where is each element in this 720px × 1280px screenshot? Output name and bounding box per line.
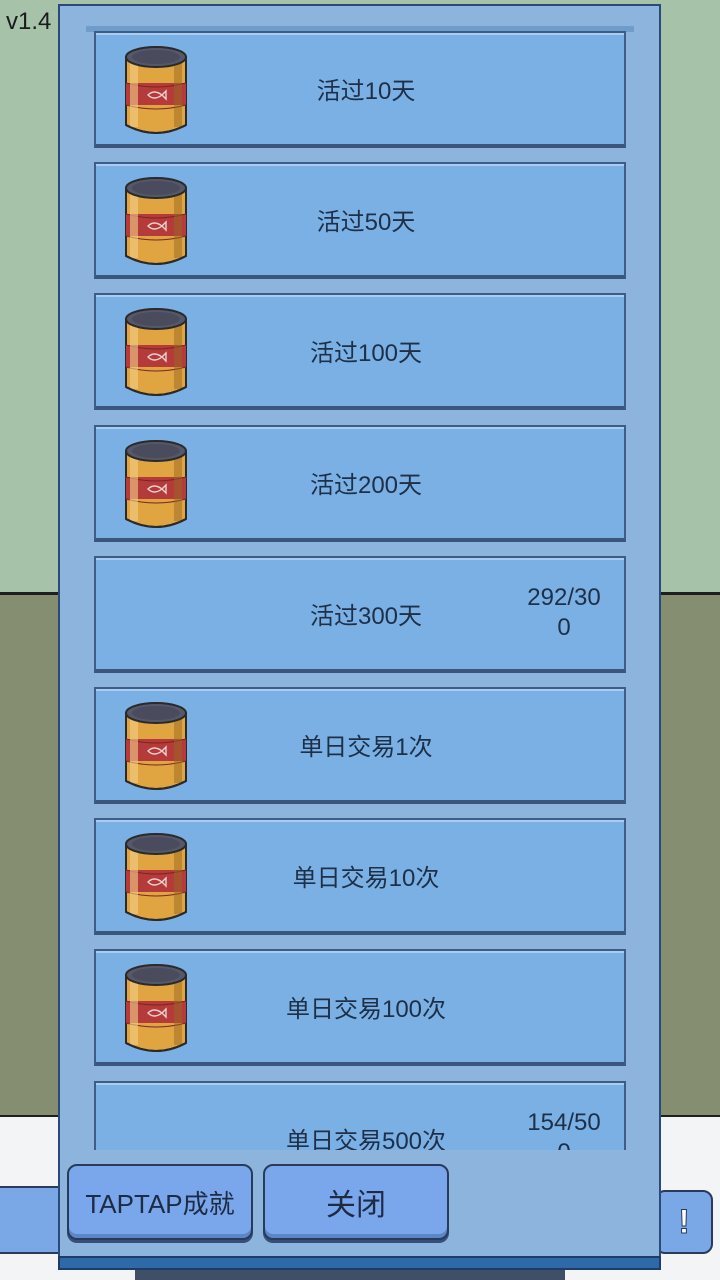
exclamation-icon: ! <box>678 1202 690 1241</box>
fish-can-icon <box>125 308 187 397</box>
achievement-title: 单日交易10次 <box>292 865 440 893</box>
achievement-item[interactable]: 活过300天 292/300 <box>94 555 626 673</box>
fish-can-icon <box>125 702 187 790</box>
achievement-title: 活过200天 <box>309 471 423 499</box>
taptap-achievements-button[interactable]: TAPTAP成就 <box>67 1164 253 1240</box>
achievement-list[interactable]: 活过10天活过50天活过100天 活过200天 活过300天 292/300 单日交易1… <box>86 26 634 1150</box>
achievement-progress: 154/500 <box>527 1109 601 1150</box>
achievement-title: 单日交易1次 <box>299 734 433 761</box>
achievement-title: 活过50天 <box>316 209 416 237</box>
achievement-progress: 292/300 <box>527 584 601 642</box>
achievement-item[interactable]: 活过100天 <box>94 293 626 411</box>
version-label: v1.4 <box>6 8 52 35</box>
fish-can-icon <box>125 439 187 528</box>
achievement-title: 单日交易500次 <box>285 1127 447 1150</box>
achievement-title: 活过10天 <box>316 78 416 105</box>
achievement-item[interactable]: 单日交易1次 <box>94 687 626 804</box>
background-alert-button: ! <box>655 1190 713 1254</box>
achievement-title: 单日交易100次 <box>285 996 447 1024</box>
achievement-title: 活过100天 <box>309 340 423 368</box>
achievement-item[interactable]: 活过200天 <box>94 424 626 542</box>
fish-can-icon <box>125 833 187 922</box>
fish-can-icon <box>125 177 187 266</box>
panel-bottom-strip <box>58 1256 661 1270</box>
achievement-item[interactable]: 活过50天 <box>94 162 626 280</box>
achievement-title: 活过300天 <box>309 602 423 630</box>
achievement-item[interactable]: 活过10天 <box>94 31 626 148</box>
achievement-item[interactable]: 单日交易100次 <box>94 949 626 1067</box>
fish-can-icon <box>125 46 187 134</box>
achievement-item[interactable]: 单日交易10次 <box>94 818 626 936</box>
achievement-item[interactable]: 单日交易500次 154/500 <box>94 1080 626 1150</box>
fish-can-icon <box>125 964 187 1053</box>
close-button[interactable]: 关闭 <box>263 1164 449 1240</box>
